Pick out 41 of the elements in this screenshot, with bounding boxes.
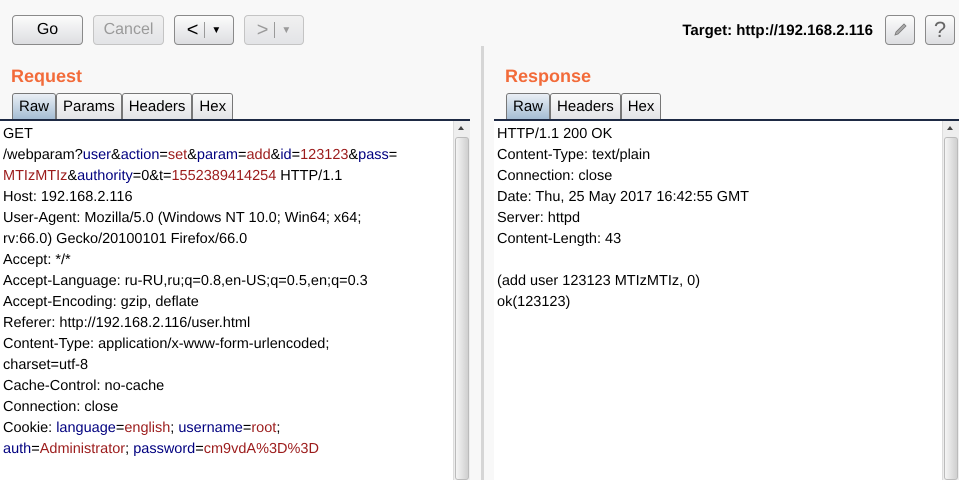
response-line: Content-Type: text/plain (497, 146, 652, 165)
tab[interactable]: Headers (550, 93, 621, 119)
help-button[interactable]: ? (925, 15, 955, 45)
request-line: rv:66.0) Gecko/20100101 Firefox/66.0 (3, 230, 248, 249)
scrollbar[interactable] (453, 121, 470, 480)
tab[interactable]: Raw (12, 93, 56, 119)
target-label: Target: http://192.168.2.116 (682, 22, 873, 38)
tab[interactable]: Hex (192, 93, 234, 119)
response-line: ok(123123) (497, 293, 572, 312)
request-line: Cache-Control: no-cache (3, 377, 166, 396)
go-button[interactable]: Go (12, 15, 83, 45)
request-line: Accept: */* (3, 251, 72, 270)
tab[interactable]: Params (56, 93, 122, 119)
request-line: Content-Type: application/x-www-form-urlencoded; (3, 335, 330, 354)
request-line: /webparam?user&action=set&param=add&id=123123&pass= (3, 146, 398, 165)
pane-title: Response (504, 64, 592, 88)
pane-title: Request (10, 64, 84, 88)
response-line: Connection: close (497, 167, 614, 186)
pencil-icon (892, 22, 908, 38)
request-line: Connection: close (3, 398, 120, 417)
request-line: charset=utf-8 (3, 356, 90, 375)
request-line: Referer: http://192.168.2.116/user.html (3, 314, 252, 333)
request-line: GET (3, 125, 34, 144)
request-line: MTIzMTIz&authority=0&t=1552389414254 HTTP/1.1 (3, 167, 344, 186)
tab[interactable]: Hex (620, 93, 662, 119)
request-line: Cookie: language=english; username=root; (3, 419, 282, 438)
tab[interactable]: Headers (122, 93, 192, 119)
request-line: Accept-Language: ru-RU,ru;q=0.8,en-US;q=0.5,en;q=0.3 (3, 272, 369, 291)
history-button[interactable]: < ▼ (174, 15, 234, 45)
request-line: Host: 192.168.2.116 (3, 188, 134, 207)
request-line: auth=Administrator; password=cm9vdA%3D%3D (3, 440, 320, 459)
response-line: (add user 123123 MTIzMTIz, 0) (497, 272, 702, 291)
tab[interactable]: Raw (506, 93, 550, 119)
response-line: Date: Thu, 25 May 2017 16:42:55 GMT (497, 188, 750, 207)
request-line: User-Agent: Mozilla/5.0 (Windows NT 10.0; Win64; x64; (3, 209, 362, 228)
scrollbar[interactable] (942, 121, 959, 480)
edit-button[interactable] (885, 15, 915, 45)
response-line: Server: httpd (497, 209, 582, 228)
response-line: HTTP/1.1 200 OK (497, 125, 614, 144)
request-line: Accept-Encoding: gzip, deflate (3, 293, 200, 312)
response-line: Content-Length: 43 (497, 230, 622, 249)
